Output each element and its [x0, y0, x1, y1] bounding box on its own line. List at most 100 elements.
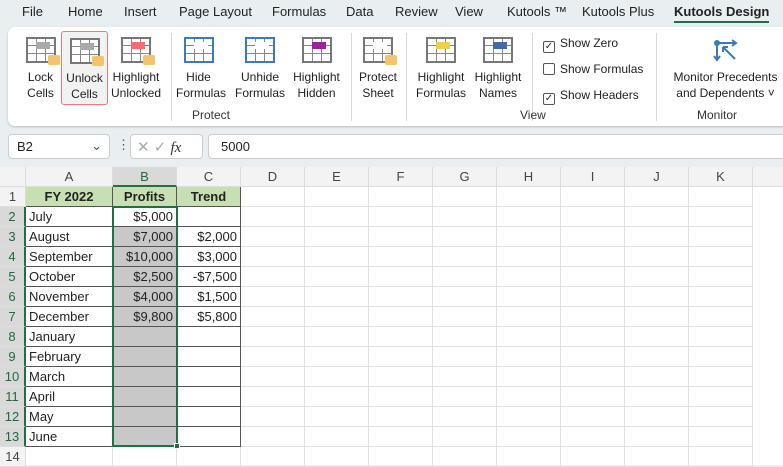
menu-tab-data[interactable]: Data	[346, 4, 373, 19]
cell-D13[interactable]	[241, 427, 305, 447]
row-header[interactable]: 7	[0, 307, 26, 327]
cell-J1[interactable]	[625, 187, 689, 207]
cell-J13[interactable]	[625, 427, 689, 447]
column-header-K[interactable]: K	[689, 167, 753, 187]
cell-I10[interactable]	[561, 367, 625, 387]
cell-F5[interactable]	[369, 267, 433, 287]
cell-F13[interactable]	[369, 427, 433, 447]
menu-tab-formulas[interactable]: Formulas	[272, 4, 326, 19]
row-header[interactable]: 8	[0, 327, 26, 347]
cell-E1[interactable]	[305, 187, 369, 207]
cell-A5[interactable]: October	[26, 267, 113, 287]
cell-I5[interactable]	[561, 267, 625, 287]
cell-I1[interactable]	[561, 187, 625, 207]
cell-H7[interactable]	[497, 307, 561, 327]
cell-G2[interactable]	[433, 207, 497, 227]
cell-J12[interactable]	[625, 407, 689, 427]
cell-C9[interactable]	[177, 347, 241, 367]
cell-D9[interactable]	[241, 347, 305, 367]
cell-E12[interactable]	[305, 407, 369, 427]
cell-K11[interactable]	[689, 387, 753, 407]
ribbon-button-lock-cells[interactable]: Lock Cells	[13, 31, 68, 105]
cell-C5[interactable]: -$7,500	[177, 267, 241, 287]
cell-C12[interactable]	[177, 407, 241, 427]
cell-J7[interactable]	[625, 307, 689, 327]
ribbon-button-unhide-formulas[interactable]: Unhide Formulas	[232, 31, 288, 105]
ribbon-button-highlight-formulas[interactable]: Highlight Formulas	[412, 31, 470, 105]
cell-D4[interactable]	[241, 247, 305, 267]
cell-H14[interactable]	[497, 447, 561, 467]
cell-I7[interactable]	[561, 307, 625, 327]
cell-I2[interactable]	[561, 207, 625, 227]
ribbon-button-unlock-cells[interactable]: Unlock Cells	[61, 31, 108, 105]
cell-D6[interactable]	[241, 287, 305, 307]
row-header[interactable]: 12	[0, 407, 26, 427]
cell-G9[interactable]	[433, 347, 497, 367]
cell-E9[interactable]	[305, 347, 369, 367]
cell-K6[interactable]	[689, 287, 753, 307]
cell-G4[interactable]	[433, 247, 497, 267]
cell-H1[interactable]	[497, 187, 561, 207]
cell-A14[interactable]	[26, 447, 113, 467]
cell-D7[interactable]	[241, 307, 305, 327]
cell-F12[interactable]	[369, 407, 433, 427]
cell-F6[interactable]	[369, 287, 433, 307]
menu-tab-insert[interactable]: Insert	[124, 4, 157, 19]
cell-H4[interactable]	[497, 247, 561, 267]
column-header-H[interactable]: H	[497, 167, 561, 187]
cell-F8[interactable]	[369, 327, 433, 347]
cell-J14[interactable]	[625, 447, 689, 467]
cell-E4[interactable]	[305, 247, 369, 267]
row-header[interactable]: 5	[0, 267, 26, 287]
cell-H6[interactable]	[497, 287, 561, 307]
column-header-J[interactable]: J	[625, 167, 689, 187]
cell-J2[interactable]	[625, 207, 689, 227]
cell-C4[interactable]: $3,000	[177, 247, 241, 267]
row-header[interactable]: 13	[0, 427, 26, 447]
cell-D1[interactable]	[241, 187, 305, 207]
cell-I14[interactable]	[561, 447, 625, 467]
column-header-G[interactable]: G	[433, 167, 497, 187]
menu-tab-view[interactable]: View	[455, 4, 483, 19]
cell-A1[interactable]: FY 2022	[26, 187, 113, 207]
cell-J3[interactable]	[625, 227, 689, 247]
cell-G12[interactable]	[433, 407, 497, 427]
more-options-icon[interactable]: ⋮	[117, 137, 130, 153]
cell-I12[interactable]	[561, 407, 625, 427]
menu-tab-kutools-design[interactable]: Kutools Design	[674, 4, 770, 23]
cell-E2[interactable]	[305, 207, 369, 227]
cell-F7[interactable]	[369, 307, 433, 327]
column-header-A[interactable]: A	[26, 167, 113, 187]
cell-D3[interactable]	[241, 227, 305, 247]
cell-A10[interactable]: March	[26, 367, 113, 387]
cell-E3[interactable]	[305, 227, 369, 247]
name-box[interactable]: B2 ⌄	[8, 134, 110, 159]
cell-D5[interactable]	[241, 267, 305, 287]
cell-G1[interactable]	[433, 187, 497, 207]
cell-G6[interactable]	[433, 287, 497, 307]
row-header[interactable]: 14	[0, 447, 26, 467]
cell-F4[interactable]	[369, 247, 433, 267]
cell-J9[interactable]	[625, 347, 689, 367]
cell-E6[interactable]	[305, 287, 369, 307]
cell-A2[interactable]: July	[26, 207, 113, 227]
cell-H2[interactable]	[497, 207, 561, 227]
cell-F2[interactable]	[369, 207, 433, 227]
cancel-icon[interactable]: ✕	[137, 139, 150, 156]
cell-J10[interactable]	[625, 367, 689, 387]
ribbon-button-highlight-names[interactable]: Highlight Names	[470, 31, 526, 105]
cell-A4[interactable]: September	[26, 247, 113, 267]
cell-J11[interactable]	[625, 387, 689, 407]
cell-A3[interactable]: August	[26, 227, 113, 247]
show-zero-checkbox[interactable]: ✓ Show Zero	[543, 36, 618, 53]
cell-A7[interactable]: December	[26, 307, 113, 327]
cell-A6[interactable]: November	[26, 287, 113, 307]
cell-F10[interactable]	[369, 367, 433, 387]
cell-C13[interactable]	[177, 427, 241, 447]
row-header[interactable]: 10	[0, 367, 26, 387]
cell-A13[interactable]: June	[26, 427, 113, 447]
cell-G7[interactable]	[433, 307, 497, 327]
cell-C14[interactable]	[177, 447, 241, 467]
cell-B1[interactable]: Profits	[113, 187, 177, 207]
cell-H5[interactable]	[497, 267, 561, 287]
